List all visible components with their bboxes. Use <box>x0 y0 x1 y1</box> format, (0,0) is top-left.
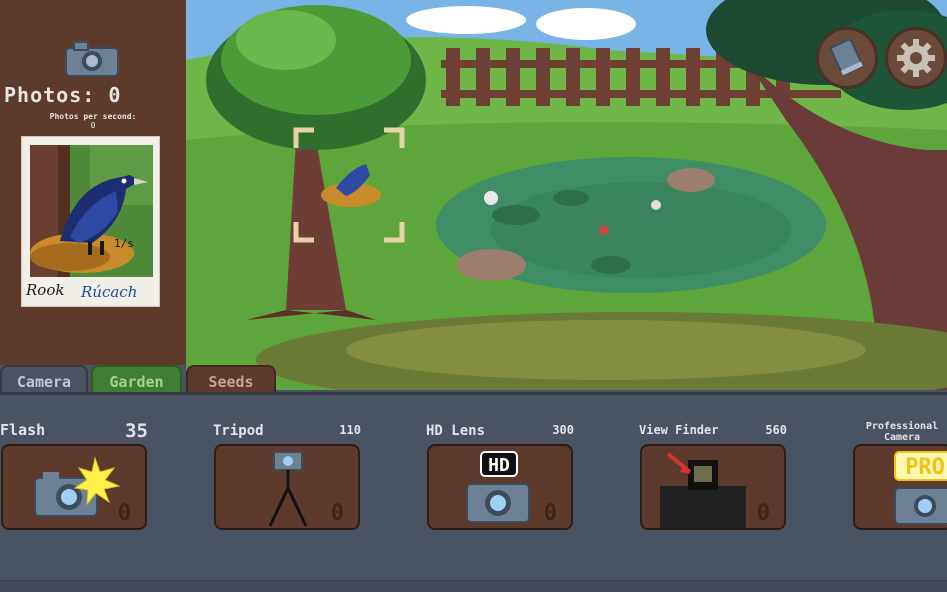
item-name: Tripod <box>213 423 264 439</box>
shop-item-tripod[interactable]: Tripod 110 0 <box>213 395 361 535</box>
stats-sidebar: Photos: 0 Photos per second: 0 1/s Rook … <box>0 0 186 365</box>
settings-button[interactable] <box>885 27 947 89</box>
hd-camera-icon: HD <box>466 451 530 523</box>
flash-camera-icon <box>34 456 121 517</box>
item-buy-button[interactable]: PRO <box>853 444 947 530</box>
category-tabs: Camera Garden Seeds <box>0 365 947 393</box>
pro-camera-icon: PRO <box>894 451 947 525</box>
photos-count: Photos: 0 <box>4 83 122 107</box>
item-owned-count: 0 <box>756 501 770 526</box>
pro-badge: PRO <box>905 455 945 480</box>
tab-seeds[interactable]: Seeds <box>186 365 276 393</box>
last-photo-polaroid: 1/s Rook Rúcach <box>21 136 160 307</box>
item-price: 560 <box>765 423 787 437</box>
rook-photo: 1/s <box>30 145 153 277</box>
item-owned-count: 0 <box>543 501 557 526</box>
species-name: Rook <box>26 281 65 299</box>
viewfinder-camera-icon <box>660 452 746 528</box>
photos-per-second-value: 0 <box>90 121 96 130</box>
journal-book-icon <box>829 38 864 76</box>
tab-garden[interactable]: Garden <box>91 365 182 393</box>
bottom-bar <box>0 580 947 592</box>
shop-item-hd-lens[interactable]: HD Lens 300 HD 0 <box>426 395 574 535</box>
journal-button[interactable] <box>816 27 878 89</box>
tab-camera[interactable]: Camera <box>0 365 88 393</box>
photo-scrawl: 1/s <box>114 237 134 250</box>
item-name: HD Lens <box>426 423 486 439</box>
photos-per-second-label: Photos per second: <box>49 112 137 121</box>
item-price: 300 <box>552 423 574 437</box>
item-buy-button[interactable]: 0 <box>1 444 147 530</box>
item-owned-count: 0 <box>117 501 131 526</box>
camera-upgrades-shop: Flash 35 0 Tripod 110 0 HD Lens 300 HD 0… <box>0 392 947 592</box>
item-name: Flash <box>0 421 46 439</box>
hd-badge: HD <box>488 455 510 476</box>
camera-icon[interactable] <box>62 40 122 78</box>
shop-item-flash[interactable]: Flash 35 0 <box>0 395 148 535</box>
item-price: 35 <box>125 420 148 442</box>
item-price: 110 <box>339 423 361 437</box>
item-buy-button[interactable]: 0 <box>640 444 786 530</box>
tripod-camera-icon <box>268 451 308 527</box>
shop-item-view-finder[interactable]: View Finder 560 0 <box>639 395 787 535</box>
item-buy-button[interactable]: 0 <box>214 444 360 530</box>
species-name-irish: Rúcach <box>81 283 138 301</box>
item-buy-button[interactable]: HD 0 <box>427 444 573 530</box>
item-name: Professional Camera <box>865 421 939 443</box>
shop-item-professional-camera[interactable]: Professional Camera PRO <box>852 395 947 535</box>
garden-scene[interactable] <box>186 0 947 390</box>
settings-gear-icon <box>897 39 935 77</box>
item-owned-count: 0 <box>330 501 344 526</box>
item-name: View Finder <box>639 423 719 437</box>
